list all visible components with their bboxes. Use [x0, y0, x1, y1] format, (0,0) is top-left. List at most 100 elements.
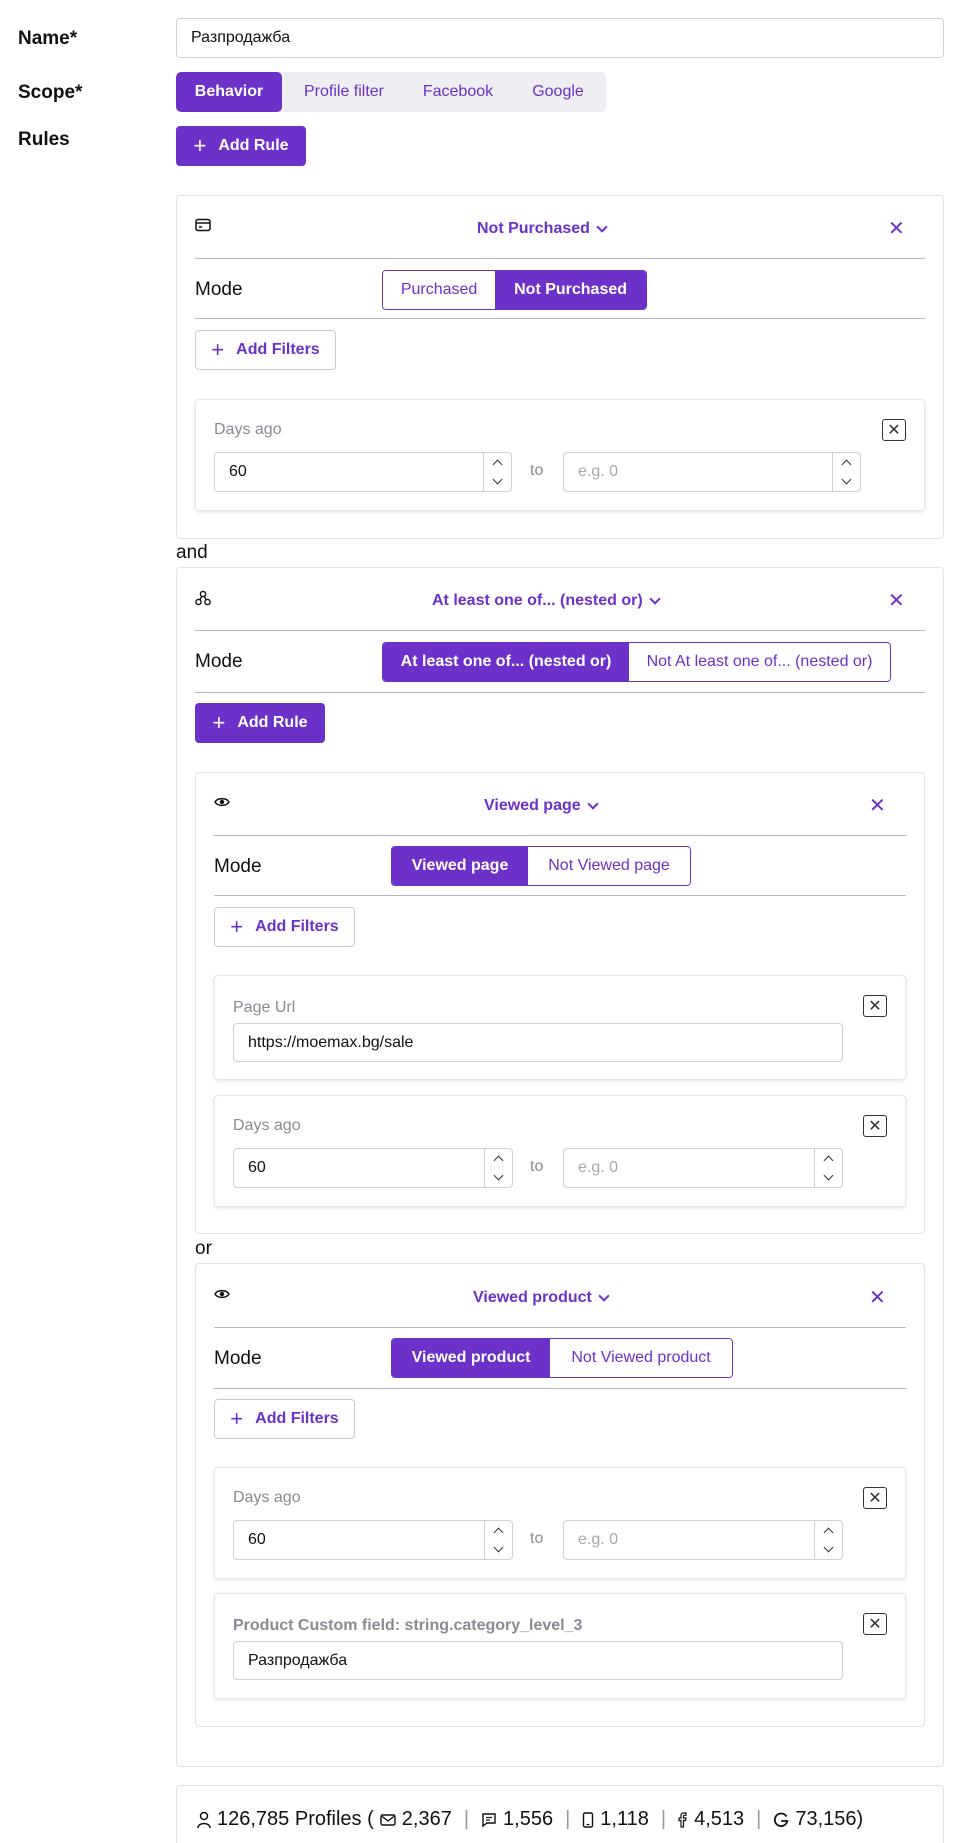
remove-rule-icon[interactable]: ✕: [888, 219, 905, 239]
mode-option-viewed-page[interactable]: Viewed page: [392, 847, 529, 885]
days-from-input[interactable]: 60: [233, 1520, 513, 1560]
divider: [214, 835, 906, 836]
mode-option-not-viewed-page[interactable]: Not Viewed page: [528, 847, 690, 885]
chevron-down-icon: [586, 797, 599, 810]
range-to-label: to: [530, 1530, 544, 1547]
filter-label: Page Url: [233, 999, 296, 1016]
mode-option-not-viewed-product[interactable]: Not Viewed product: [550, 1339, 732, 1377]
days-from-input[interactable]: 60: [214, 452, 512, 492]
mode-toggle: Viewed page Not Viewed page: [391, 846, 691, 886]
stepper-icon[interactable]: [483, 453, 511, 491]
plus-icon: +: [230, 914, 244, 939]
scope-tab-google[interactable]: Google: [510, 72, 606, 112]
add-nested-rule-button[interactable]: + Add Rule: [195, 703, 325, 743]
divider: [214, 1388, 906, 1389]
remove-filter-icon[interactable]: ✕: [882, 419, 906, 441]
google-icon: [773, 1812, 789, 1828]
mobile-icon: [582, 1811, 594, 1828]
rule-type-selector[interactable]: Viewed product: [473, 1289, 610, 1307]
filter-label: Days ago: [233, 1117, 301, 1134]
divider: [195, 692, 925, 693]
divider: [195, 630, 925, 631]
divider: [195, 258, 925, 259]
sms-icon: [481, 1812, 497, 1828]
add-rule-button[interactable]: + Add Rule: [176, 126, 306, 166]
divider: [214, 895, 906, 896]
mode-option-purchased[interactable]: Purchased: [383, 271, 496, 309]
mode-toggle: Purchased Not Purchased: [382, 270, 647, 310]
mode-option-not-purchased[interactable]: Not Purchased: [495, 271, 646, 309]
google-count: 73,156): [795, 1808, 864, 1830]
filter-label: Days ago: [214, 421, 282, 438]
filter-label: Product Custom field: string.category_le…: [233, 1617, 583, 1634]
eye-icon: [214, 795, 230, 813]
plus-icon: +: [212, 710, 226, 735]
profiles-count: 126,785 Profiles (: [217, 1808, 374, 1830]
page-url-input[interactable]: https://moemax.bg/sale: [233, 1023, 843, 1062]
audience-stats: 126,785 Profiles ( 2,367 | 1,556 | 1,118…: [197, 1808, 863, 1831]
mode-label: Mode: [214, 1348, 262, 1369]
remove-rule-icon[interactable]: ✕: [869, 1288, 886, 1308]
add-filters-button[interactable]: + Add Filters: [214, 1399, 355, 1439]
email-count: 2,367: [401, 1808, 452, 1830]
remove-filter-icon[interactable]: ✕: [863, 995, 887, 1017]
nodes-icon: [195, 590, 211, 611]
add-filters-button[interactable]: + Add Filters: [195, 330, 336, 370]
divider: [214, 1327, 906, 1328]
remove-rule-icon[interactable]: ✕: [888, 591, 905, 611]
days-to-input[interactable]: e.g. 0: [563, 452, 861, 492]
sms-count: 1,556: [503, 1808, 554, 1830]
email-icon: [380, 1813, 396, 1827]
rules-label: Rules: [18, 129, 70, 150]
rule-joiner-or: or: [195, 1238, 212, 1259]
remove-filter-icon[interactable]: ✕: [863, 1613, 887, 1635]
rule-type-selector[interactable]: At least one of... (nested or): [432, 592, 661, 610]
stepper-icon[interactable]: [814, 1521, 842, 1559]
chevron-down-icon: [596, 220, 608, 233]
remove-rule-icon[interactable]: ✕: [869, 796, 886, 816]
chevron-down-icon: [649, 592, 661, 605]
filter-label: Days ago: [233, 1489, 301, 1506]
stepper-icon[interactable]: [832, 453, 860, 491]
mode-label: Mode: [195, 651, 243, 672]
stepper-icon[interactable]: [814, 1149, 842, 1187]
facebook-count: 4,513: [694, 1808, 745, 1830]
stepper-icon[interactable]: [484, 1521, 512, 1559]
chevron-down-icon: [598, 1289, 610, 1302]
name-label: Name*: [18, 28, 78, 49]
remove-filter-icon[interactable]: ✕: [863, 1115, 887, 1137]
mode-toggle: Viewed product Not Viewed product: [391, 1338, 733, 1378]
eye-icon: [214, 1287, 230, 1305]
mode-option-viewed-product[interactable]: Viewed product: [392, 1339, 551, 1377]
user-icon: [197, 1811, 211, 1829]
facebook-icon: [678, 1811, 688, 1828]
range-to-label: to: [530, 462, 544, 479]
credit-card-icon: [195, 218, 211, 237]
rule-type-selector[interactable]: Not Purchased: [477, 220, 608, 238]
plus-icon: +: [211, 337, 225, 362]
divider: [195, 318, 925, 319]
mode-option-not-at-least-one[interactable]: Not At least one of... (nested or): [629, 643, 890, 681]
days-to-input[interactable]: e.g. 0: [563, 1520, 843, 1560]
scope-tab-facebook[interactable]: Facebook: [406, 72, 510, 112]
mode-option-at-least-one[interactable]: At least one of... (nested or): [383, 643, 630, 681]
mobile-count: 1,118: [600, 1808, 649, 1830]
custom-field-input[interactable]: Разпродажба: [233, 1641, 843, 1680]
add-filters-button[interactable]: + Add Filters: [214, 907, 355, 947]
range-to-label: to: [530, 1158, 544, 1175]
stepper-icon[interactable]: [484, 1149, 512, 1187]
plus-icon: +: [193, 133, 207, 158]
rule-type-selector[interactable]: Viewed page: [484, 797, 599, 815]
scope-label: Scope*: [18, 82, 83, 103]
mode-label: Mode: [195, 279, 243, 300]
days-to-input[interactable]: e.g. 0: [563, 1148, 843, 1188]
name-input[interactable]: Разпродажба: [176, 18, 944, 58]
mode-toggle: At least one of... (nested or) Not At le…: [382, 642, 891, 682]
remove-filter-icon[interactable]: ✕: [863, 1487, 887, 1509]
days-from-input[interactable]: 60: [233, 1148, 513, 1188]
plus-icon: +: [230, 1406, 244, 1431]
scope-tab-profile-filter[interactable]: Profile filter: [282, 72, 406, 112]
scope-tabs: Behavior Profile filter Facebook Google: [176, 72, 606, 112]
rule-joiner-and: and: [176, 542, 208, 563]
scope-tab-behavior[interactable]: Behavior: [176, 72, 282, 112]
